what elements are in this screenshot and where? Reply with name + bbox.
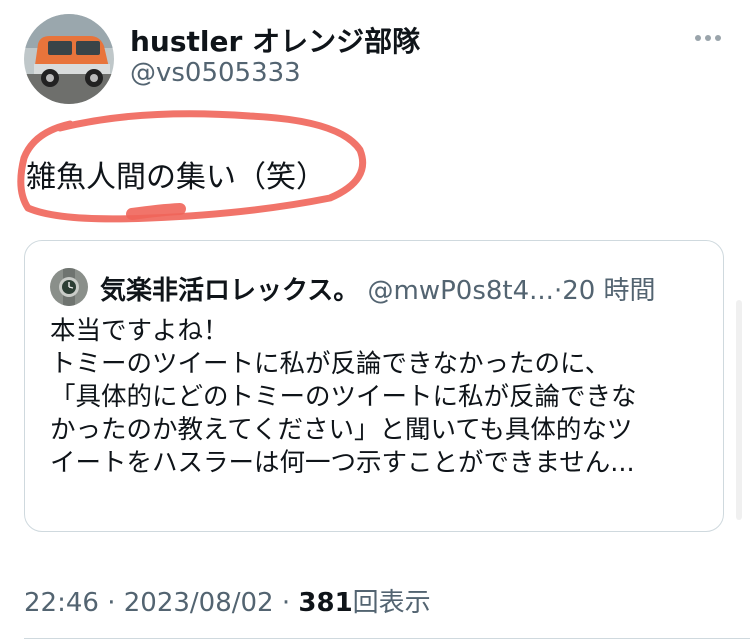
tweet-date[interactable]: 2023/08/02 [124,588,274,618]
quote-text-line: 「具体的にどのトミーのツイートに私が反論できな [50,382,637,412]
quote-author-handle[interactable]: @mwP0s8t4... [368,276,554,306]
meta-separator: · [281,588,291,618]
author-handle[interactable]: @vs0505333 [130,58,301,88]
quote-text-line: かったのか教えてください」と聞いても具体的なツ [50,415,633,445]
author-display-name[interactable]: hustler オレンジ部隊 [130,20,420,60]
quote-author-avatar[interactable] [50,268,88,306]
quote-text-line: イートをハスラーは何一つ示すことができません... [50,448,635,478]
quote-text-line: 本当ですよね！ [50,316,229,346]
view-count: 381 [298,588,353,618]
orange-car-photo-icon [24,14,114,104]
quote-separator: · [553,276,563,306]
more-horizontal-icon [695,35,721,41]
divider [24,638,750,639]
view-label: 回表示 [352,588,431,618]
quote-timestamp[interactable]: 20 時間 [562,276,655,306]
meta-separator: · [107,588,116,618]
quoted-tweet-card[interactable]: 気楽非活ロレックス。 @mwP0s8t4...·20 時間 本当ですよね！ トミ… [24,240,724,532]
tweet-text: 雑魚人間の集い（笑） [26,160,326,195]
more-options-button[interactable] [688,28,728,48]
scrollbar[interactable] [736,300,742,520]
quote-text-line: トミーのツイートに私が反論できなかったのに、 [50,349,611,379]
wristwatch-photo-icon [50,268,88,306]
tweet-time[interactable]: 22:46 [24,588,99,618]
quote-author-name[interactable]: 気楽非活ロレックス。 [100,276,359,306]
quote-header: 気楽非活ロレックス。 @mwP0s8t4...·20 時間 [100,270,656,307]
quote-text: 本当ですよね！ トミーのツイートに私が反論できなかったのに、 「具体的にどのトミ… [50,315,710,480]
author-avatar[interactable] [24,14,114,104]
tweet-meta: 22:46 · 2023/08/02 · 381回表示 [24,582,431,619]
